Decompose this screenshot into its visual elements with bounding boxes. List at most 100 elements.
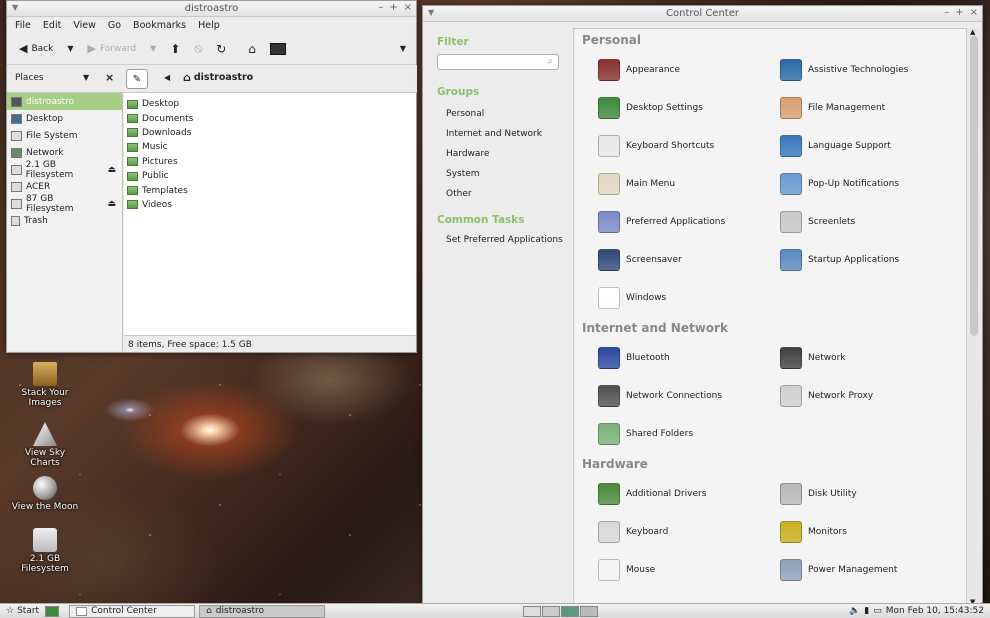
scroll-up-icon[interactable]: ▲ (970, 28, 975, 36)
settings-item[interactable]: Keyboard (598, 513, 780, 551)
workspace-4[interactable] (580, 605, 599, 617)
desktop-icon-stack-images[interactable]: Stack Your Images (10, 362, 80, 408)
settings-item[interactable]: File Management (780, 89, 962, 127)
control-center-titlebar[interactable]: ▼ Control Center – + × (423, 6, 982, 22)
up-button[interactable]: ⬆ (166, 38, 184, 60)
window-menu-icon[interactable]: ▼ (428, 8, 434, 17)
place-item[interactable]: distroastro (7, 93, 122, 110)
workspace-1[interactable] (523, 605, 542, 617)
settings-item[interactable]: Screensaver (598, 241, 780, 279)
settings-item[interactable]: Monitors (780, 513, 962, 551)
settings-item[interactable]: Network Proxy (780, 377, 962, 415)
network-signal-icon[interactable]: ▮ (864, 606, 869, 616)
home-button[interactable]: ⌂ (244, 38, 260, 60)
task-distroastro[interactable]: ⌂ distroastro (199, 604, 326, 618)
close-icon[interactable]: × (404, 2, 412, 13)
menu-file[interactable]: File (15, 20, 31, 31)
group-other[interactable]: Other (423, 184, 573, 204)
path-button-home[interactable]: ⌂ distroastro (183, 71, 253, 84)
settings-item[interactable]: Language Support (780, 127, 962, 165)
settings-item[interactable]: Pop-Up Notifications (780, 165, 962, 203)
settings-item[interactable]: Shared Folders (598, 415, 780, 453)
maximize-icon[interactable]: + (955, 7, 963, 18)
stop-button[interactable]: ⦸ (190, 38, 206, 60)
place-item[interactable]: 87 GB Filesystem ⏏ (7, 194, 122, 214)
settings-item[interactable]: Desktop Settings (598, 89, 780, 127)
settings-item[interactable]: Preferred Applications (598, 203, 780, 241)
file-manager-titlebar[interactable]: ▼ distroastro – + × (7, 1, 416, 17)
clock[interactable]: Mon Feb 10, 15:43:52 (886, 606, 984, 616)
file-item[interactable]: Desktop (124, 97, 416, 111)
desktop-icon-filesystem[interactable]: 2.1 GB Filesystem (10, 528, 80, 574)
settings-item[interactable]: Assistive Technologies (780, 51, 962, 89)
computer-button[interactable] (266, 38, 290, 60)
place-item[interactable]: File System (7, 127, 122, 144)
settings-item[interactable]: Bluetooth (598, 339, 780, 377)
reload-button[interactable]: ↻ (212, 38, 230, 60)
back-history-button[interactable]: ▼ (63, 38, 77, 60)
settings-item[interactable]: Startup Applications (780, 241, 962, 279)
desktop-icon-sky-charts[interactable]: View Sky Charts (10, 422, 80, 468)
workspace-3[interactable] (561, 605, 580, 617)
group-internet-network[interactable]: Internet and Network (423, 124, 573, 144)
place-item[interactable]: Desktop (7, 110, 122, 127)
path-left-arrow-icon[interactable]: ◀ (164, 73, 170, 82)
settings-item[interactable]: Keyboard Shortcuts (598, 127, 780, 165)
battery-icon[interactable]: ▭ (873, 606, 882, 616)
scrollbar-thumb[interactable] (970, 36, 978, 336)
show-desktop-icon[interactable] (45, 605, 60, 617)
group-hardware[interactable]: Hardware (423, 144, 573, 164)
place-item[interactable]: 2.1 GB Filesystem ⏏ (7, 160, 122, 180)
settings-item[interactable]: Network Connections (598, 377, 780, 415)
place-item[interactable]: Trash (7, 212, 122, 229)
settings-item[interactable]: Mouse (598, 551, 780, 589)
window-menu-icon[interactable]: ▼ (12, 3, 18, 12)
file-item[interactable]: Music (124, 140, 416, 154)
edit-location-button[interactable]: ✎ (126, 69, 148, 89)
group-system[interactable]: System (423, 164, 573, 184)
task-control-center[interactable]: Control Center (69, 604, 196, 618)
start-button[interactable]: ☆ Start (0, 606, 45, 616)
volume-icon[interactable]: 🔈 (849, 606, 860, 616)
forward-button[interactable]: ▶ Forward (83, 38, 140, 60)
eject-icon[interactable]: ⏏ (107, 199, 116, 209)
place-item[interactable]: ACER (7, 178, 122, 195)
close-icon[interactable]: × (970, 7, 978, 18)
menu-go[interactable]: Go (108, 20, 121, 31)
settings-app-icon (598, 211, 620, 233)
file-item[interactable]: Downloads (124, 126, 416, 140)
file-item[interactable]: Pictures (124, 155, 416, 169)
eject-icon[interactable]: ⏏ (107, 165, 116, 175)
maximize-icon[interactable]: + (389, 2, 397, 13)
workspace-2[interactable] (542, 605, 561, 617)
task-set-preferred-apps[interactable]: Set Preferred Applications (423, 230, 573, 250)
settings-item[interactable]: Additional Drivers (598, 475, 780, 513)
settings-item[interactable]: Disk Utility (780, 475, 962, 513)
settings-item[interactable]: Appearance (598, 51, 780, 89)
settings-item[interactable]: Network (780, 339, 962, 377)
file-item[interactable]: Documents (124, 111, 416, 125)
settings-item[interactable]: Power Management (780, 551, 962, 589)
place-item[interactable]: Network (7, 144, 122, 161)
menu-edit[interactable]: Edit (43, 20, 61, 31)
places-dropdown-icon[interactable]: ▼ (83, 73, 89, 82)
file-item[interactable]: Public (124, 169, 416, 183)
back-button[interactable]: ◀ Back (15, 38, 57, 60)
toolbar-overflow-button[interactable]: ▼ (396, 38, 410, 60)
scrollbar[interactable]: ▲ ▼ (967, 28, 981, 606)
desktop-icon-moon[interactable]: View the Moon (10, 476, 80, 512)
minimize-icon[interactable]: – (378, 2, 383, 13)
settings-item[interactable]: Screenlets (780, 203, 962, 241)
file-item[interactable]: Templates (124, 183, 416, 197)
menu-bookmarks[interactable]: Bookmarks (133, 20, 186, 31)
menu-help[interactable]: Help (198, 20, 220, 31)
menu-view[interactable]: View (73, 20, 96, 31)
settings-item[interactable]: Main Menu (598, 165, 780, 203)
forward-history-button[interactable]: ▼ (146, 38, 160, 60)
minimize-icon[interactable]: – (944, 7, 949, 18)
group-personal[interactable]: Personal (423, 104, 573, 124)
filter-input[interactable]: ⌕ (437, 54, 559, 70)
file-item[interactable]: Videos (124, 198, 416, 212)
settings-item[interactable]: Windows (598, 279, 780, 317)
close-sidebar-icon[interactable]: × (105, 71, 114, 84)
